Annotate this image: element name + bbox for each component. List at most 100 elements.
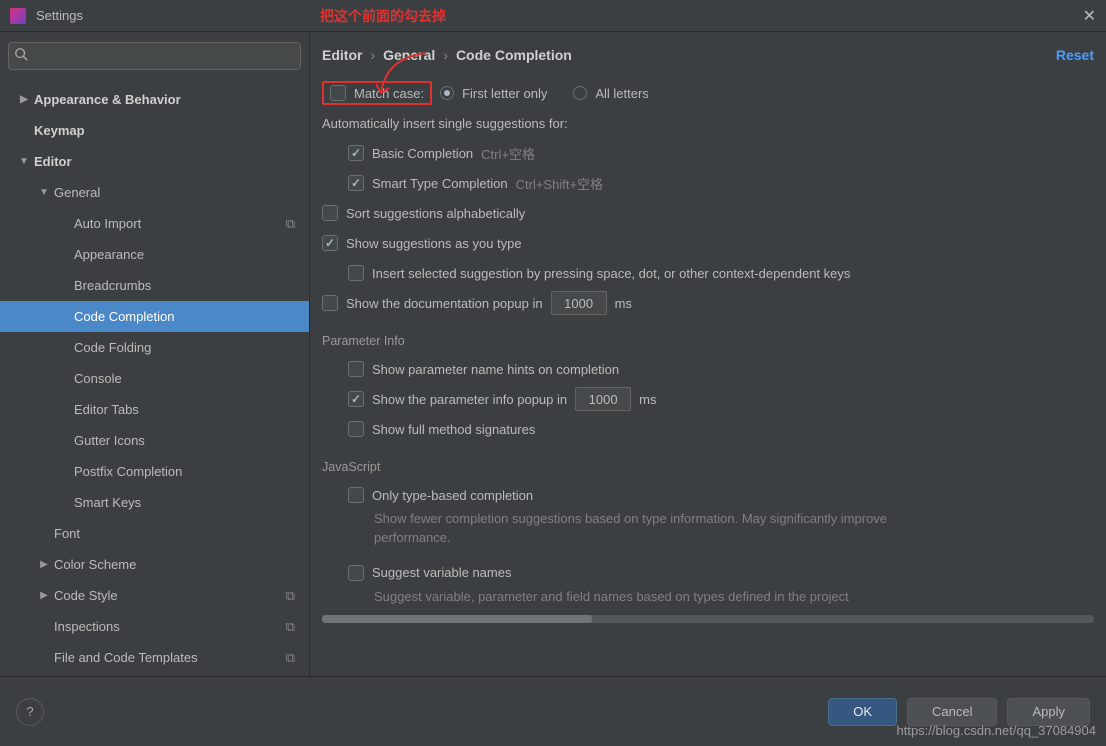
sidebar-item-font[interactable]: Font (0, 518, 309, 549)
insert-selected-checkbox[interactable] (348, 265, 364, 281)
settings-tree: ▶Appearance & Behavior Keymap ▼Editor ▼ Gene… (0, 78, 309, 676)
search-icon (14, 47, 28, 64)
param-popup-label-a: Show the parameter info popup in (372, 392, 567, 407)
sidebar-item-label: Keymap (34, 123, 85, 138)
sidebar-item-appearance[interactable]: Appearance (0, 239, 309, 270)
expander-icon: ▶ (18, 94, 30, 105)
sidebar-item-file-and-code-templates[interactable]: File and Code Templates ⧉ (0, 642, 309, 673)
expander-icon: ▶ (38, 590, 50, 601)
apply-button[interactable]: Apply (1007, 698, 1090, 726)
param-popup-label-b: ms (639, 392, 656, 407)
sidebar-item-postfix-completion[interactable]: Postfix Completion (0, 456, 309, 487)
ok-button[interactable]: OK (828, 698, 897, 726)
sidebar-item-breadcrumbs[interactable]: Breadcrumbs (0, 270, 309, 301)
sidebar-item-color-scheme[interactable]: ▶Color Scheme (0, 549, 309, 580)
sidebar-item-appearance-behavior[interactable]: ▶Appearance & Behavior (0, 84, 309, 115)
sidebar-item-inspections[interactable]: Inspections ⧉ (0, 611, 309, 642)
full-signature-label: Show full method signatures (372, 422, 535, 437)
sidebar-item-gutter-icons[interactable]: Gutter Icons (0, 425, 309, 456)
full-signature-checkbox[interactable] (348, 421, 364, 437)
cancel-button[interactable]: Cancel (907, 698, 997, 726)
suggestions-asyoutype-label: Show suggestions as you type (346, 236, 522, 251)
sidebar-item-smart-keys[interactable]: Smart Keys (0, 487, 309, 518)
sidebar-item-auto-import[interactable]: Auto Import⧉ (0, 208, 309, 239)
sidebar-item-label: Editor (34, 154, 72, 169)
titlebar: Settings ✕ (0, 0, 1106, 32)
search-field[interactable] (8, 42, 301, 70)
suggest-var-label: Suggest variable names (372, 565, 511, 580)
chevron-right-icon: › (370, 47, 375, 63)
doc-popup-input[interactable] (551, 291, 607, 315)
doc-popup-label-a: Show the documentation popup in (346, 296, 543, 311)
app-icon (10, 8, 26, 24)
breadcrumb-editor[interactable]: Editor (322, 47, 362, 63)
basic-completion-hint: Ctrl+空格 (481, 144, 535, 163)
sidebar-item-keymap[interactable]: Keymap (0, 115, 309, 146)
copy-icon: ⧉ (286, 619, 295, 635)
sidebar-item-label: File and Code Templates (54, 650, 198, 665)
match-case-checkbox[interactable] (330, 85, 346, 101)
close-icon[interactable]: ✕ (1083, 6, 1096, 26)
suggest-var-desc: Suggest variable, parameter and field na… (348, 588, 888, 607)
doc-popup-label-b: ms (615, 296, 632, 311)
sidebar-item-label: Color Scheme (54, 557, 136, 572)
suggest-var-checkbox[interactable] (348, 565, 364, 581)
basic-completion-checkbox[interactable] (348, 145, 364, 161)
sidebar-item-code-folding[interactable]: Code Folding (0, 332, 309, 363)
reset-link[interactable]: Reset (1056, 47, 1094, 63)
sidebar-item-code-style[interactable]: ▶ Code Style ⧉ (0, 580, 309, 611)
type-based-desc: Show fewer completion suggestions based … (348, 510, 888, 548)
sidebar-item-label: Code Folding (74, 340, 151, 355)
smart-completion-checkbox[interactable] (348, 175, 364, 191)
param-hints-label: Show parameter name hints on completion (372, 362, 619, 377)
sidebar-item-editor[interactable]: ▼Editor (0, 146, 309, 177)
insert-selected-label: Insert selected suggestion by pressing s… (372, 266, 850, 281)
horizontal-scrollbar[interactable] (322, 615, 1094, 623)
sidebar-item-label: General (54, 185, 100, 200)
sidebar-item-label: Postfix Completion (74, 464, 182, 479)
breadcrumb: Editor › General › Code Completion Reset (310, 32, 1106, 78)
match-case-highlight: Match case: (322, 81, 432, 105)
sort-alpha-checkbox[interactable] (322, 205, 338, 221)
sidebar-item-label: Appearance (74, 247, 144, 262)
sidebar-item-label: Code Style (54, 588, 118, 603)
sidebar-item-editor-tabs[interactable]: Editor Tabs (0, 394, 309, 425)
sidebar-item-label: Inspections (54, 619, 120, 634)
param-hints-checkbox[interactable] (348, 361, 364, 377)
sidebar-item-console[interactable]: Console (0, 363, 309, 394)
sidebar-item-general[interactable]: ▼ General (0, 177, 309, 208)
smart-completion-label: Smart Type Completion (372, 176, 508, 191)
param-popup-input[interactable] (575, 387, 631, 411)
sidebar-item-code-completion[interactable]: Code Completion (0, 301, 309, 332)
content-panel: 把这个前面的勾去掉 Editor › General › Code Comple… (310, 32, 1106, 676)
expander-icon: ▼ (38, 187, 50, 198)
copy-icon: ⧉ (286, 650, 295, 666)
annotation-text: 把这个前面的勾去掉 (320, 6, 446, 26)
param-popup-checkbox[interactable] (348, 391, 364, 407)
first-letter-radio[interactable] (440, 86, 454, 100)
copy-icon: ⧉ (286, 588, 295, 604)
all-letters-label: All letters (595, 86, 648, 101)
basic-completion-label: Basic Completion (372, 146, 473, 161)
copy-icon: ⧉ (286, 216, 295, 232)
type-based-checkbox[interactable] (348, 487, 364, 503)
smart-completion-hint: Ctrl+Shift+空格 (516, 174, 603, 193)
sidebar-item-label: Gutter Icons (74, 433, 145, 448)
help-button[interactable]: ? (16, 698, 44, 726)
sidebar-item-label: Console (74, 371, 122, 386)
sidebar-item-label: Code Completion (74, 309, 174, 324)
match-case-label: Match case: (354, 86, 424, 101)
window-title: Settings (36, 8, 83, 23)
sort-alpha-label: Sort suggestions alphabetically (346, 206, 525, 221)
search-input[interactable] (8, 42, 301, 70)
sidebar-item-label: Smart Keys (74, 495, 141, 510)
chevron-right-icon: › (443, 47, 448, 63)
breadcrumb-code-completion: Code Completion (456, 47, 572, 63)
doc-popup-checkbox[interactable] (322, 295, 338, 311)
parameter-info-section: Parameter Info (322, 334, 1094, 348)
sidebar: ▶Appearance & Behavior Keymap ▼Editor ▼ Gene… (0, 32, 310, 676)
type-based-label: Only type-based completion (372, 488, 533, 503)
suggestions-asyoutype-checkbox[interactable] (322, 235, 338, 251)
all-letters-radio[interactable] (573, 86, 587, 100)
breadcrumb-general[interactable]: General (383, 47, 435, 63)
